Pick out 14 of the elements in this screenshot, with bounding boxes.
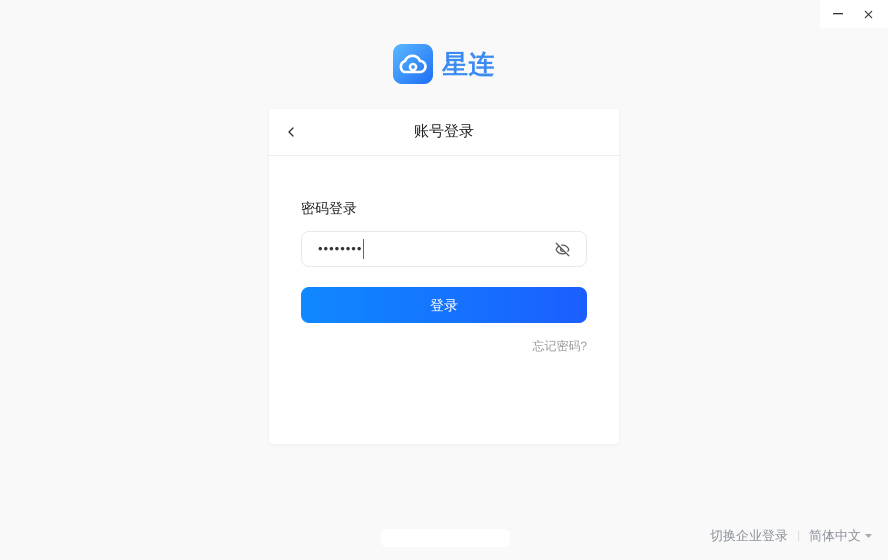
password-field[interactable]: •••••••• [301,231,587,267]
password-value: •••••••• [318,240,362,258]
forgot-password-link[interactable]: 忘记密码? [532,337,587,355]
caret-icon [865,534,872,538]
app-name: 星连 [442,48,496,80]
minus-icon [833,13,844,15]
eye-off-icon[interactable] [555,242,570,256]
close-icon [862,8,875,20]
login-button[interactable]: 登录 [301,287,587,323]
cloud-logo-icon [392,44,433,84]
enterprise-login-link[interactable]: 切换企业登录 [710,526,788,546]
section-label: 密码登录 [301,199,358,218]
card-title: 账号登录 [414,122,474,142]
language-dropdown[interactable]: 简体中文 [809,526,872,546]
